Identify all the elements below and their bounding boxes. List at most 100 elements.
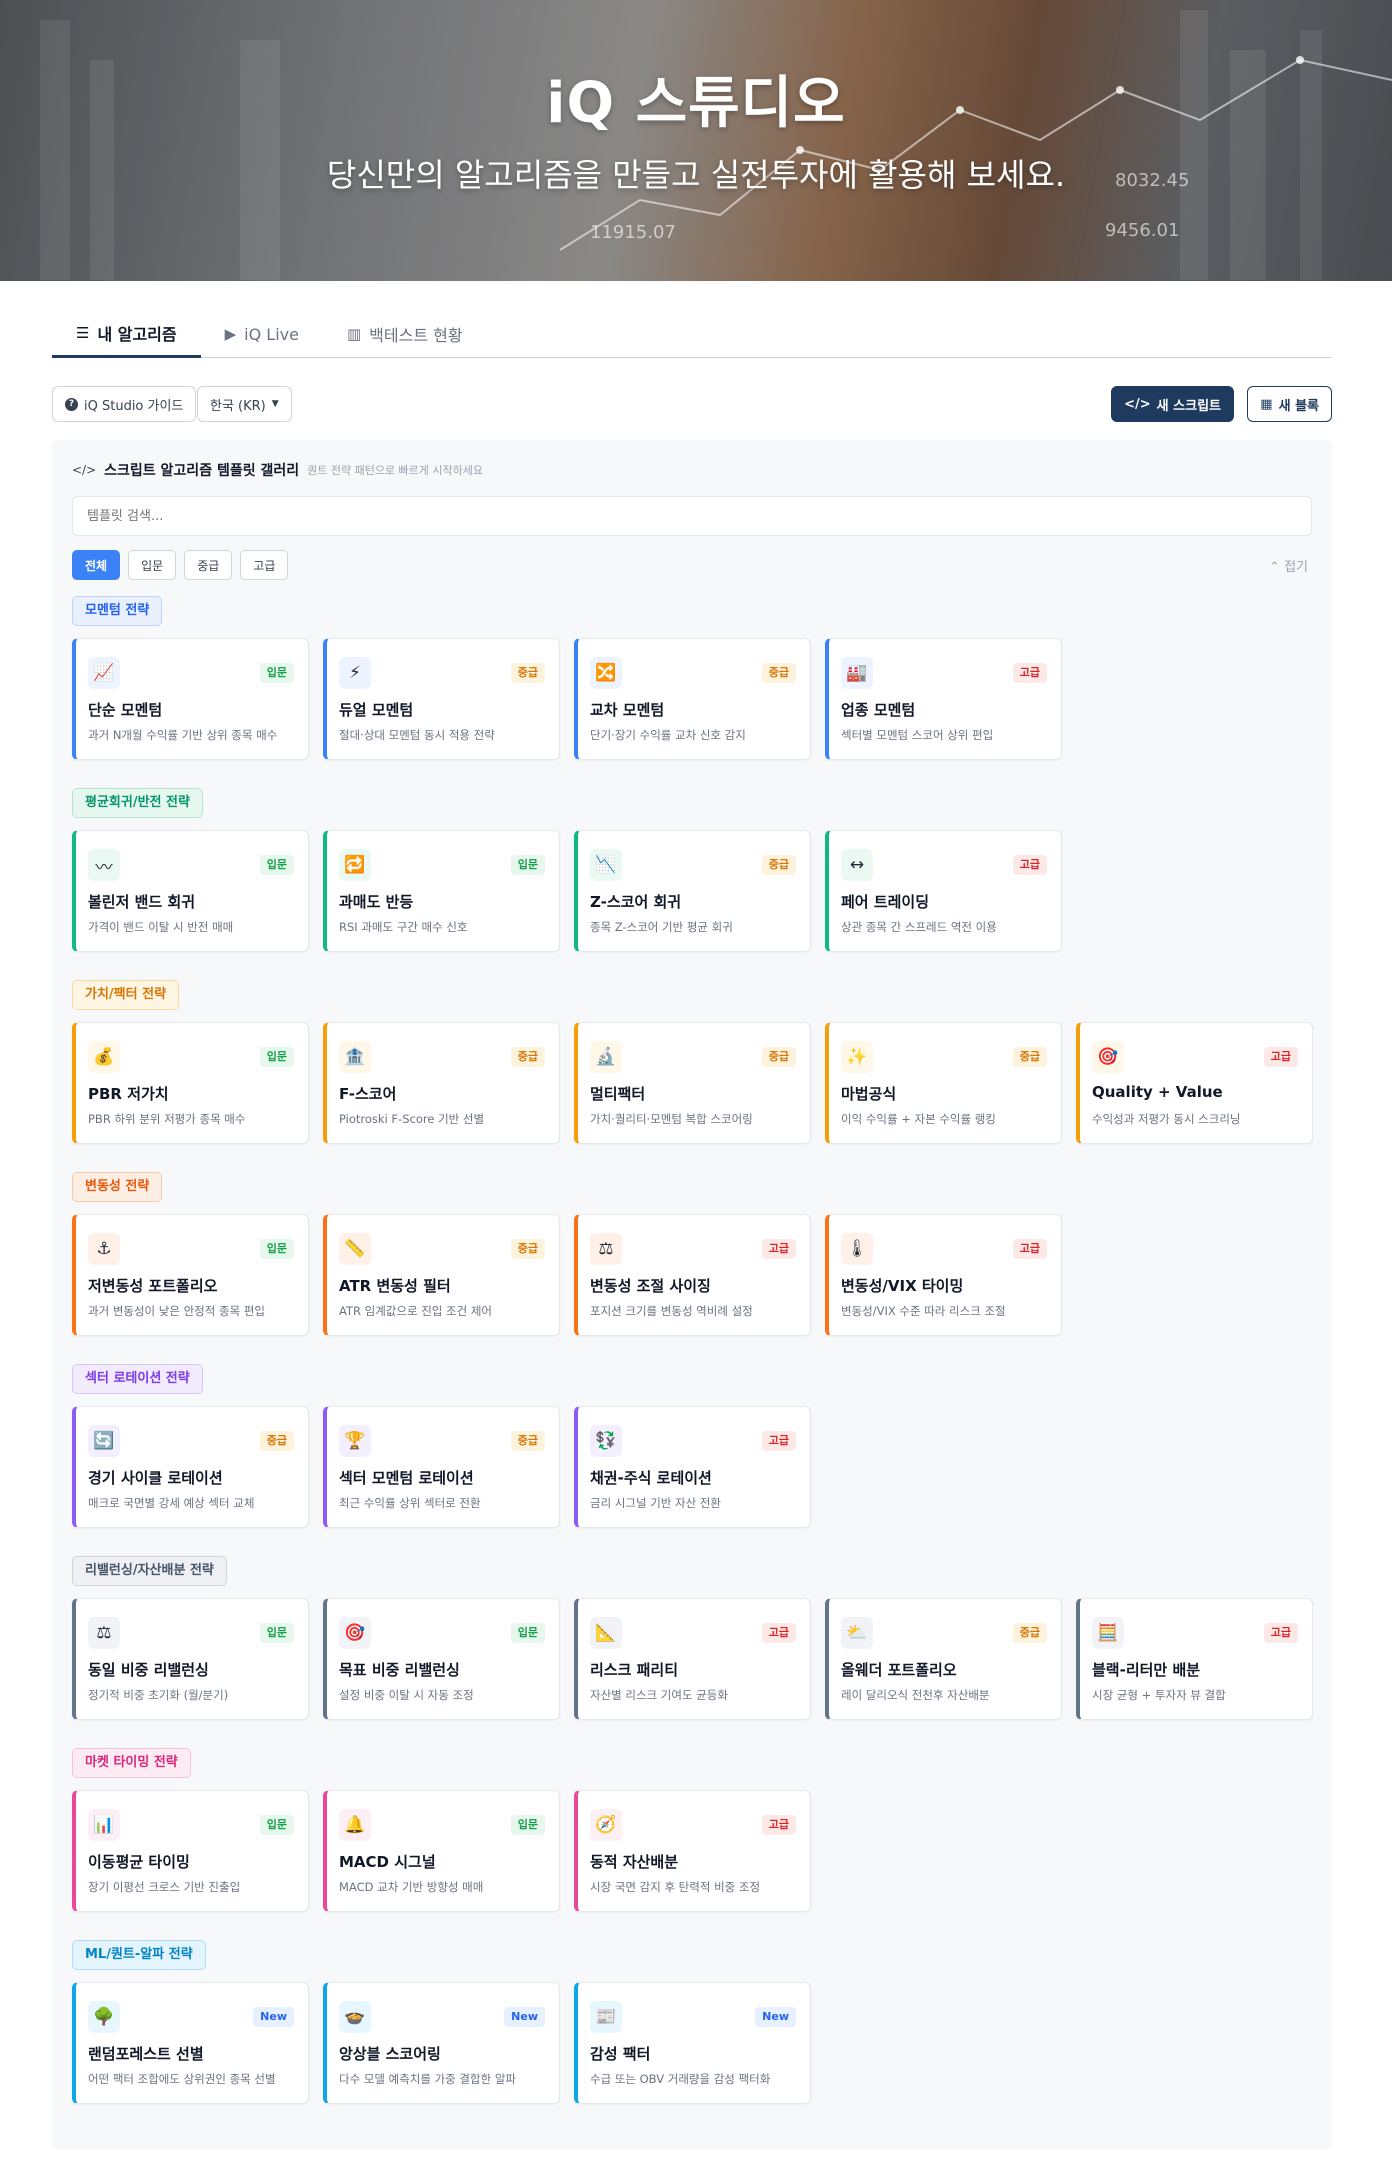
template-card[interactable]: 🎯 고급 Quality + Value 수익성과 저평가 동시 스크리닝: [1076, 1022, 1313, 1144]
template-card[interactable]: 📰 New 감성 팩터 수급 또는 OBV 거래량을 감성 팩터화: [574, 1982, 811, 2104]
level-badge: 입문: [259, 1239, 294, 1259]
template-search-input[interactable]: [72, 496, 1312, 536]
thermometer-icon: 🌡: [841, 1233, 873, 1265]
level-badge: 중급: [510, 1239, 545, 1259]
template-card-list: 💰 입문 PBR 저가치 PBR 하위 분위 저평가 종목 매수 🏦 중급 F-스코어 Pio…: [72, 1022, 1313, 1144]
bank-icon: 🏦: [339, 1041, 371, 1073]
market-select[interactable]: 한국 (KR) ▼: [197, 386, 292, 422]
template-card[interactable]: 🧮 고급 블랙-리터만 배분 시장 균형 + 투자자 뷰 결합: [1076, 1598, 1313, 1720]
collapse-toggle[interactable]: ⌃ 접기: [1269, 556, 1308, 575]
level-badge: 중급: [761, 663, 796, 683]
guide-button-label: iQ Studio 가이드: [84, 398, 184, 414]
level-badge: 중급: [510, 1047, 545, 1067]
template-card-title: 과매도 반등: [339, 893, 414, 911]
guide-button[interactable]: ? iQ Studio 가이드: [52, 386, 197, 422]
triangle-ruler-icon: 📐: [590, 1617, 622, 1649]
template-card[interactable]: ↔ 고급 페어 트레이딩 상관 종목 간 스프레드 역전 이용: [825, 830, 1062, 952]
template-card-description: 과거 변동성이 낮은 안정적 종목 편입: [88, 1304, 265, 1318]
template-card[interactable]: 🔄 중급 경기 사이클 로테이션 매크로 국면별 강세 예상 섹터 교체: [72, 1406, 309, 1528]
template-card-description: 어떤 팩터 조합에도 상위권인 종목 선별: [88, 2072, 276, 2086]
template-card-title: 변동성 조절 사이징: [590, 1277, 711, 1295]
level-badge: 고급: [761, 1431, 796, 1451]
main-tabs: ☰ 내 알고리즘 ▶ iQ Live ▥ 백테스트 현황: [52, 310, 1332, 358]
abacus-icon: 🧮: [1092, 1617, 1124, 1649]
category-badge: ML/퀀트-알파 전략: [72, 1940, 206, 1970]
anchor-icon: ⚓: [88, 1233, 120, 1265]
template-card[interactable]: 📉 중급 Z-스코어 회귀 종목 Z-스코어 기반 평균 회귀: [574, 830, 811, 952]
sun-cloud-icon: ⛅: [841, 1617, 873, 1649]
filter-intermediate[interactable]: 중급: [184, 550, 233, 580]
template-card[interactable]: ⚖ 고급 변동성 조절 사이징 포지션 크기를 변동성 역비례 설정: [574, 1214, 811, 1336]
template-card[interactable]: 💰 입문 PBR 저가치 PBR 하위 분위 저평가 종목 매수: [72, 1022, 309, 1144]
template-card-description: 변동성/VIX 수준 따라 리스크 조절: [841, 1304, 1006, 1318]
level-badge: 입문: [510, 1623, 545, 1643]
filter-beginner[interactable]: 입문: [128, 550, 177, 580]
tab-backtest-status[interactable]: ▥ 백테스트 현황: [323, 310, 487, 358]
template-card[interactable]: ⚓ 입문 저변동성 포트폴리오 과거 변동성이 낮은 안정적 종목 편입: [72, 1214, 309, 1336]
template-card[interactable]: 🌡 고급 변동성/VIX 타이밍 변동성/VIX 수준 따라 리스크 조절: [825, 1214, 1062, 1336]
filter-all[interactable]: 전체: [72, 550, 121, 580]
template-card-description: 정기적 비중 초기화 (월/분기): [88, 1688, 229, 1702]
template-card[interactable]: 📈 입문 단순 모멘텀 과거 N개월 수익률 기반 상위 종목 매수: [72, 638, 309, 760]
template-card-description: MACD 교차 기반 방향성 매매: [339, 1880, 484, 1894]
template-card-title: 단순 모멘텀: [88, 701, 163, 719]
template-card[interactable]: 🔁 입문 과매도 반등 RSI 과매도 구간 매수 신호: [323, 830, 560, 952]
tab-iq-live[interactable]: ▶ iQ Live: [201, 310, 323, 358]
bar-chart-icon: ▥: [346, 325, 362, 343]
list-icon: ☰: [76, 323, 90, 342]
template-card[interactable]: 🏦 중급 F-스코어 Piotroski F-Score 기반 선별: [323, 1022, 560, 1144]
level-badge: 중급: [761, 855, 796, 875]
level-badge: 고급: [761, 1239, 796, 1259]
target-icon: 🎯: [339, 1617, 371, 1649]
template-card-title: MACD 시그널: [339, 1853, 436, 1871]
template-card-description: 최근 수익률 상위 섹터로 전환: [339, 1496, 481, 1510]
template-card-title: 리스크 패리티: [590, 1661, 679, 1679]
template-card[interactable]: 💱 고급 채권-주식 로테이션 금리 시그널 기반 자산 전환: [574, 1406, 811, 1528]
template-card-description: 금리 시그널 기반 자산 전환: [590, 1496, 722, 1510]
target-icon: 🎯: [1092, 1041, 1124, 1073]
template-card[interactable]: 📐 고급 리스크 패리티 자산별 리스크 기여도 균등화: [574, 1598, 811, 1720]
template-card[interactable]: ⛅ 중급 올웨더 포트폴리오 레이 달리오식 전천후 자산배분: [825, 1598, 1062, 1720]
template-card-description: 종목 Z-스코어 기반 평균 회귀: [590, 920, 733, 934]
template-card[interactable]: 🔬 중급 멀티팩터 가치·퀄리티·모멘텀 복합 스코어링: [574, 1022, 811, 1144]
template-card[interactable]: 🌳 New 랜덤포레스트 선별 어떤 팩터 조합에도 상위권인 종목 선별: [72, 1982, 309, 2104]
template-card[interactable]: ⚡ 중급 듀얼 모멘텀 절대·상대 모멘텀 동시 적용 전략: [323, 638, 560, 760]
template-card[interactable]: 🔔 입문 MACD 시그널 MACD 교차 기반 방향성 매매: [323, 1790, 560, 1912]
code-icon: </>: [72, 463, 97, 477]
template-card[interactable]: 〰 입문 볼린저 밴드 회귀 가격이 밴드 이탈 시 반전 매매: [72, 830, 309, 952]
shuffle-icon: 🔀: [590, 657, 622, 689]
play-circle-icon: ▶: [224, 325, 237, 343]
template-card[interactable]: ✨ 중급 마법공식 이익 수익률 + 자본 수익률 랭킹: [825, 1022, 1062, 1144]
question-circle-icon: ?: [65, 397, 78, 411]
template-card[interactable]: 📊 입문 이동평균 타이밍 장기 이평선 크로스 기반 진출입: [72, 1790, 309, 1912]
template-card-description: 단기·장기 수익률 교차 신호 감지: [590, 728, 746, 742]
category-badge: 섹터 로테이션 전략: [72, 1364, 203, 1394]
template-card[interactable]: 🧭 고급 동적 자산배분 시장 국면 감지 후 탄력적 비중 조정: [574, 1790, 811, 1912]
template-card[interactable]: 🍲 New 앙상블 스코어링 다수 모델 예측치를 가중 결합한 알파: [323, 1982, 560, 2104]
balance-scale-icon: ⚖: [590, 1233, 622, 1265]
template-card-description: 시장 균형 + 투자자 뷰 결합: [1092, 1688, 1226, 1702]
template-card-description: 다수 모델 예측치를 가중 결합한 알파: [339, 2072, 516, 2086]
template-card[interactable]: 🏆 중급 섹터 모멘텀 로테이션 최근 수익률 상위 섹터로 전환: [323, 1406, 560, 1528]
balance-scale-icon: ⚖: [88, 1617, 120, 1649]
tree-icon: 🌳: [88, 2001, 120, 2033]
tab-my-algorithms[interactable]: ☰ 내 알고리즘: [52, 310, 201, 358]
level-badge: 중급: [761, 1047, 796, 1067]
new-script-button[interactable]: </> 새 스크립트: [1111, 386, 1234, 422]
template-card[interactable]: 🏭 고급 업종 모멘텀 섹터별 모멘텀 스코어 상위 편입: [825, 638, 1062, 760]
template-card-title: 듀얼 모멘텀: [339, 701, 414, 719]
currency-exchange-icon: 💱: [590, 1425, 622, 1457]
template-card[interactable]: 🎯 입문 목표 비중 리밸런싱 설정 비중 이탈 시 자동 조정: [323, 1598, 560, 1720]
template-card[interactable]: 📏 중급 ATR 변동성 필터 ATR 임계값으로 진입 조건 제어: [323, 1214, 560, 1336]
template-card-title: 랜덤포레스트 선별: [88, 2045, 204, 2063]
category-section: 가치/팩터 전략 💰 입문 PBR 저가치 PBR 하위 분위 저평가 종목 매수 🏦 중급…: [72, 980, 1313, 1144]
template-card-description: PBR 하위 분위 저평가 종목 매수: [88, 1112, 246, 1126]
filter-advanced[interactable]: 고급: [240, 550, 289, 580]
category-badge: 모멘텀 전략: [72, 596, 163, 626]
template-card[interactable]: 🔀 중급 교차 모멘텀 단기·장기 수익률 교차 신호 감지: [574, 638, 811, 760]
new-block-button[interactable]: ▦ 새 블록: [1247, 386, 1332, 422]
level-badge: 고급: [761, 1815, 796, 1835]
template-card[interactable]: ⚖ 입문 동일 비중 리밸런싱 정기적 비중 초기화 (월/분기): [72, 1598, 309, 1720]
gallery-subtitle: 퀀트 전략 패턴으로 빠르게 시작하세요: [307, 464, 484, 477]
template-card-description: 레이 달리오식 전천후 자산배분: [841, 1688, 990, 1702]
